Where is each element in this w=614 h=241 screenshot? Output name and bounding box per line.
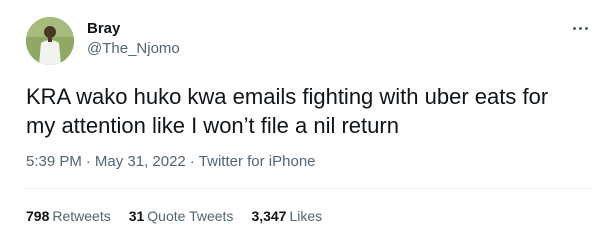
meta-separator: · bbox=[85, 153, 91, 170]
likes-count: 3,347 bbox=[251, 208, 287, 224]
likes-stat[interactable]: 3,347 Likes bbox=[251, 208, 322, 225]
tweet-stats: 798 Retweets 31 Quote Tweets 3,347 Likes bbox=[26, 208, 340, 225]
tweet-date[interactable]: May 31, 2022 bbox=[95, 153, 186, 170]
avatar[interactable] bbox=[26, 17, 74, 65]
quote-tweets-stat[interactable]: 31 Quote Tweets bbox=[129, 208, 234, 225]
retweets-stat[interactable]: 798 Retweets bbox=[26, 208, 111, 225]
tweet-text: KRA wako huko kwa emails fighting with u… bbox=[26, 84, 549, 138]
tweet-card: Bray @The_Njomo KRA wako huko kwa emails… bbox=[0, 0, 614, 241]
more-dot bbox=[572, 26, 576, 30]
author-handle[interactable]: @The_Njomo bbox=[87, 40, 180, 58]
more-dot bbox=[584, 26, 588, 30]
tweet-time[interactable]: 5:39 PM bbox=[26, 153, 82, 170]
avatar-image bbox=[26, 17, 74, 65]
retweets-label: Retweets bbox=[52, 208, 111, 224]
quote-tweets-count: 31 bbox=[128, 208, 145, 224]
tweet-meta: 5:39 PM · May 31, 2022 · Twitter for iPhone bbox=[26, 153, 316, 171]
more-dot bbox=[578, 26, 582, 30]
meta-separator: · bbox=[189, 153, 195, 170]
likes-label: Likes bbox=[289, 208, 323, 224]
divider bbox=[26, 188, 593, 189]
author-display-name[interactable]: Bray bbox=[87, 20, 120, 38]
quote-tweets-label: Quote Tweets bbox=[147, 208, 234, 224]
more-options-icon[interactable] bbox=[566, 18, 594, 38]
tweet-source[interactable]: Twitter for iPhone bbox=[199, 153, 316, 170]
retweets-count: 798 bbox=[26, 208, 50, 224]
